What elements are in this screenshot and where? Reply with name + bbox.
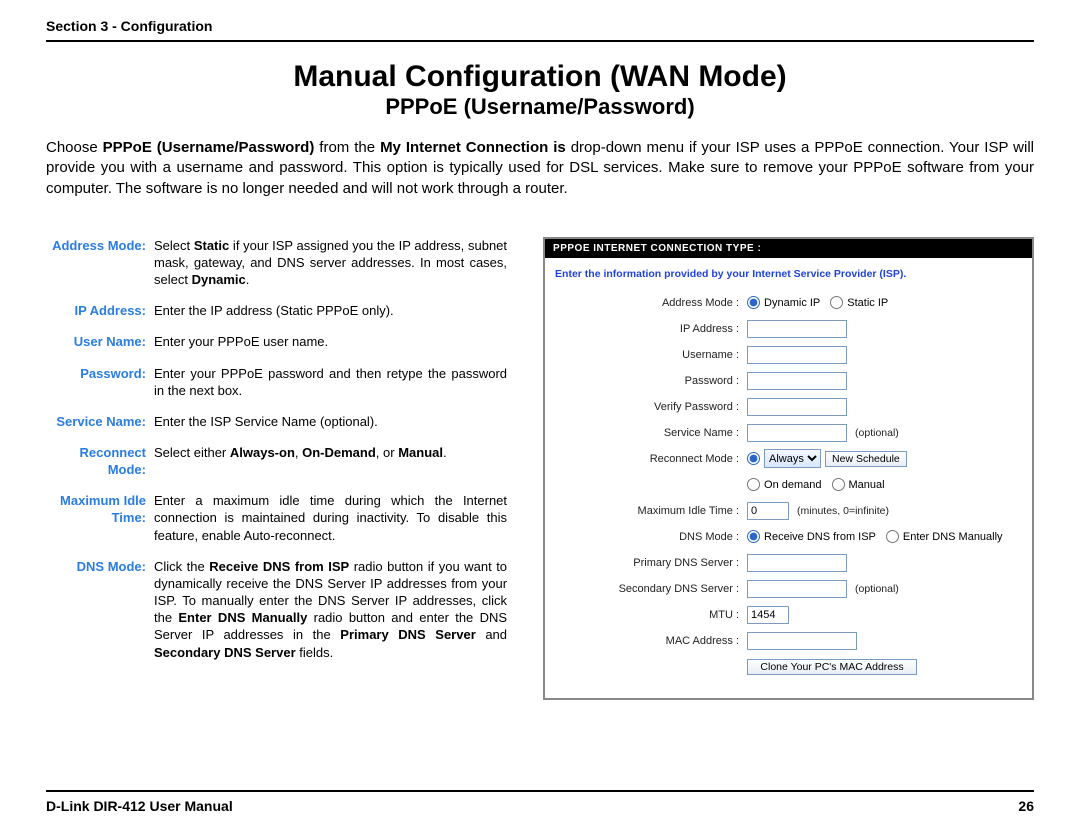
def-bold: On-Demand bbox=[302, 445, 376, 460]
intro-bold-2: My Internet Connection is bbox=[380, 139, 566, 156]
page-subtitle: PPPoE (Username/Password) bbox=[46, 94, 1034, 120]
def-bold: Primary DNS Server bbox=[340, 627, 475, 642]
footer-page-number: 26 bbox=[1018, 798, 1034, 814]
label-password: Password bbox=[557, 375, 747, 387]
radio-manual[interactable] bbox=[832, 478, 845, 491]
label-mtu: MTU bbox=[557, 609, 747, 621]
mac-address-field[interactable] bbox=[747, 632, 857, 650]
primary-dns-field[interactable] bbox=[747, 554, 847, 572]
def-body: Enter your PPPoE user name. bbox=[154, 333, 507, 350]
secondary-dns-field[interactable] bbox=[747, 580, 847, 598]
def-term: Address Mode: bbox=[46, 237, 154, 288]
intro-paragraph: Choose PPPoE (Username/Password) from th… bbox=[46, 138, 1034, 199]
radio-label: Static IP bbox=[847, 297, 888, 309]
new-schedule-button[interactable]: New Schedule bbox=[825, 451, 907, 467]
radio-label: Receive DNS from ISP bbox=[764, 531, 876, 543]
label-verify-password: Verify Password bbox=[557, 401, 747, 413]
def-bold: Always-on bbox=[230, 445, 295, 460]
def-text: Click the bbox=[154, 559, 209, 574]
radio-dns-isp[interactable] bbox=[747, 530, 760, 543]
label-address-mode: Address Mode bbox=[557, 297, 747, 309]
label-max-idle: Maximum Idle Time bbox=[557, 505, 747, 517]
def-text: Select either bbox=[154, 445, 230, 460]
radio-dynamic-ip[interactable] bbox=[747, 296, 760, 309]
label-reconnect-mode: Reconnect Mode bbox=[557, 453, 747, 465]
def-max-idle: Maximum Idle Time: Enter a maximum idle … bbox=[46, 492, 507, 543]
hint-minutes: (minutes, 0=infinite) bbox=[797, 505, 889, 517]
def-address-mode: Address Mode: Select Static if your ISP … bbox=[46, 237, 507, 288]
hint-optional: (optional) bbox=[855, 427, 899, 439]
def-text: fields. bbox=[296, 645, 334, 660]
def-term: IP Address: bbox=[46, 302, 154, 319]
mtu-field[interactable] bbox=[747, 606, 789, 624]
radio-dns-manual[interactable] bbox=[886, 530, 899, 543]
def-text: Select bbox=[154, 238, 194, 253]
def-body: Enter the IP address (Static PPPoE only)… bbox=[154, 302, 507, 319]
page-footer: D-Link DIR-412 User Manual 26 bbox=[46, 790, 1034, 814]
def-bold: Enter DNS Manually bbox=[178, 610, 307, 625]
def-bold: Static bbox=[194, 238, 229, 253]
radio-label: On demand bbox=[764, 479, 821, 491]
def-body: Enter the ISP Service Name (optional). bbox=[154, 413, 507, 430]
intro-bold-1: PPPoE (Username/Password) bbox=[103, 139, 315, 156]
verify-password-field[interactable] bbox=[747, 398, 847, 416]
def-text: and bbox=[476, 627, 507, 642]
password-field[interactable] bbox=[747, 372, 847, 390]
label-primary-dns: Primary DNS Server bbox=[557, 557, 747, 569]
intro-text: from the bbox=[314, 139, 380, 156]
def-bold: Receive DNS from ISP bbox=[209, 559, 349, 574]
reconnect-select[interactable]: Always bbox=[764, 449, 821, 468]
section-header: Section 3 - Configuration bbox=[46, 18, 1034, 42]
def-body: Select either Always-on, On-Demand, or M… bbox=[154, 444, 507, 478]
hint-optional: (optional) bbox=[855, 583, 899, 595]
radio-label: Dynamic IP bbox=[764, 297, 820, 309]
def-ip-address: IP Address: Enter the IP address (Static… bbox=[46, 302, 507, 319]
panel-instruction: Enter the information provided by your I… bbox=[545, 258, 1032, 292]
service-name-field[interactable] bbox=[747, 424, 847, 442]
intro-text: Choose bbox=[46, 139, 103, 156]
label-mac-address: MAC Address bbox=[557, 635, 747, 647]
def-term: Password: bbox=[46, 365, 154, 399]
page-title: Manual Configuration (WAN Mode) bbox=[46, 60, 1034, 94]
def-term: Reconnect Mode: bbox=[46, 444, 154, 478]
def-dns-mode: DNS Mode: Click the Receive DNS from ISP… bbox=[46, 558, 507, 661]
def-service-name: Service Name: Enter the ISP Service Name… bbox=[46, 413, 507, 430]
def-body: Click the Receive DNS from ISP radio but… bbox=[154, 558, 507, 661]
label-username: Username bbox=[557, 349, 747, 361]
def-bold: Secondary DNS Server bbox=[154, 645, 296, 660]
radio-on-demand[interactable] bbox=[747, 478, 760, 491]
def-term: User Name: bbox=[46, 333, 154, 350]
def-term: Service Name: bbox=[46, 413, 154, 430]
username-field[interactable] bbox=[747, 346, 847, 364]
ip-address-field[interactable] bbox=[747, 320, 847, 338]
label-secondary-dns: Secondary DNS Server bbox=[557, 583, 747, 595]
radio-label: Manual bbox=[849, 479, 885, 491]
clone-mac-button[interactable]: Clone Your PC's MAC Address bbox=[747, 659, 917, 675]
def-user-name: User Name: Enter your PPPoE user name. bbox=[46, 333, 507, 350]
def-text: . bbox=[443, 445, 447, 460]
label-ip-address: IP Address bbox=[557, 323, 747, 335]
radio-static-ip[interactable] bbox=[830, 296, 843, 309]
def-body: Select Static if your ISP assigned you t… bbox=[154, 237, 507, 288]
radio-reconnect-always[interactable] bbox=[747, 452, 760, 465]
radio-label: Enter DNS Manually bbox=[903, 531, 1003, 543]
footer-manual-name: D-Link DIR-412 User Manual bbox=[46, 798, 233, 814]
def-bold: Dynamic bbox=[192, 272, 246, 287]
def-reconnect-mode: Reconnect Mode: Select either Always-on,… bbox=[46, 444, 507, 478]
label-dns-mode: DNS Mode bbox=[557, 531, 747, 543]
def-body: Enter your PPPoE password and then retyp… bbox=[154, 365, 507, 399]
def-text: . bbox=[246, 272, 250, 287]
router-config-panel: PPPOE INTERNET CONNECTION TYPE : Enter t… bbox=[543, 237, 1034, 700]
def-text: , or bbox=[376, 445, 398, 460]
label-service-name: Service Name bbox=[557, 427, 747, 439]
panel-header: PPPOE INTERNET CONNECTION TYPE : bbox=[545, 239, 1032, 258]
def-bold: Manual bbox=[398, 445, 443, 460]
def-password: Password: Enter your PPPoE password and … bbox=[46, 365, 507, 399]
def-term: Maximum Idle Time: bbox=[46, 492, 154, 543]
max-idle-field[interactable] bbox=[747, 502, 789, 520]
def-body: Enter a maximum idle time during which t… bbox=[154, 492, 507, 543]
def-term: DNS Mode: bbox=[46, 558, 154, 661]
